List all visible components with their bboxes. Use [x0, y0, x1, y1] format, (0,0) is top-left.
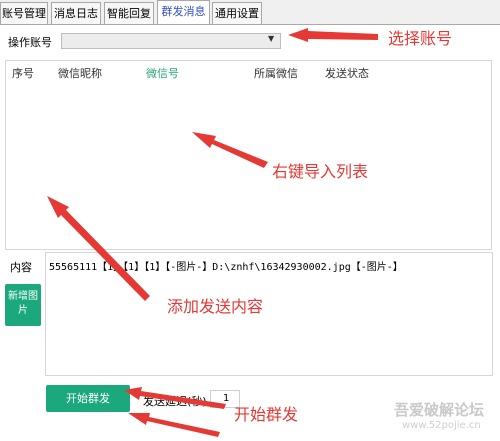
annotation-import-list: 右键导入列表 — [272, 162, 369, 181]
arrow-start-send — [124, 387, 226, 409]
watermark-url: www.52pojie.cn — [402, 420, 481, 431]
arrow-add-content — [47, 196, 150, 301]
watermark: 吾爱破解论坛 — [394, 401, 485, 419]
arrow-select-account — [288, 28, 378, 42]
arrow-import-list — [192, 132, 268, 168]
annotation-arrows — [47, 28, 378, 437]
annotation-start-send: 开始群发 — [234, 405, 299, 424]
annotation-select-account: 选择账号 — [388, 29, 453, 48]
annotation-add-content: 添加发送内容 — [167, 297, 264, 316]
arrow-start-send-lower — [128, 413, 220, 437]
